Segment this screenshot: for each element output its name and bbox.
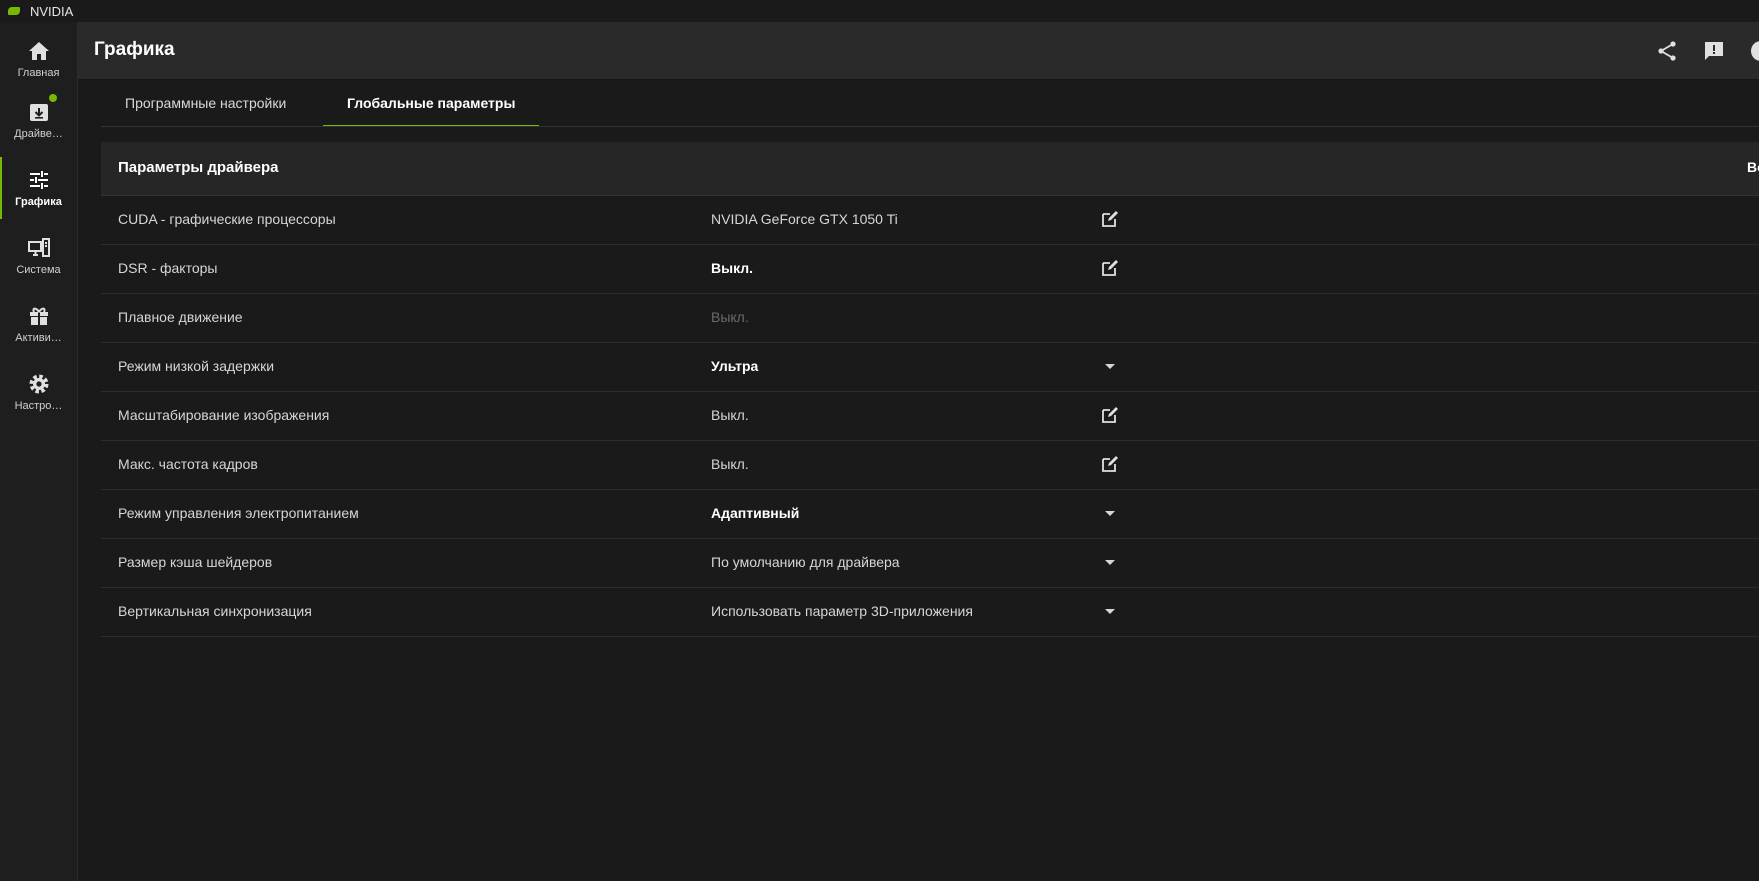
setting-label: Масштабирование изображения xyxy=(118,407,330,423)
setting-row[interactable]: CUDA - графические процессоры NVIDIA GeFo… xyxy=(101,196,1759,245)
setting-value: Адаптивный xyxy=(711,505,800,521)
setting-value: Выкл. xyxy=(711,260,754,276)
tab-global-settings[interactable]: Глобальные параметры xyxy=(323,80,540,126)
edit-icon[interactable] xyxy=(1100,454,1120,474)
setting-row[interactable]: DSR - факторы Выкл. xyxy=(101,245,1759,294)
chevron-down-icon[interactable] xyxy=(1101,505,1119,523)
tab-bar: Программные настройки Глобальные парамет… xyxy=(101,80,1759,127)
setting-label: Макс. частота кадров xyxy=(118,456,258,472)
setting-label: Вертикальная синхронизация xyxy=(118,603,312,619)
setting-row[interactable]: Масштабирование изображения Выкл. xyxy=(101,392,1759,441)
setting-value: Выкл. xyxy=(711,456,749,472)
share-icon[interactable] xyxy=(1655,39,1679,63)
feedback-icon[interactable] xyxy=(1702,39,1726,63)
settings-list: CUDA - графические процессоры NVIDIA GeFo… xyxy=(101,196,1759,637)
sidebar-item-label: Система xyxy=(16,264,61,276)
chevron-down-icon[interactable] xyxy=(1101,603,1119,621)
sidebar-item-system[interactable]: Система xyxy=(0,225,77,287)
sidebar-item-label: Драйве… xyxy=(14,128,63,140)
sliders-icon xyxy=(27,168,51,192)
gift-icon xyxy=(27,304,51,328)
setting-value: Использовать параметр 3D-приложения xyxy=(711,603,973,619)
sidebar: Главная Драйве… Графика Система Активи… … xyxy=(0,22,78,881)
setting-label: DSR - факторы xyxy=(118,260,218,276)
setting-label: Режим низкой задержки xyxy=(118,358,275,374)
setting-row[interactable]: Режим низкой задержки Ультра xyxy=(101,343,1759,392)
sidebar-item-drivers[interactable]: Драйве… xyxy=(0,89,77,151)
chevron-down-icon[interactable] xyxy=(1101,358,1119,376)
system-icon xyxy=(27,236,51,260)
tab-program-settings[interactable]: Программные настройки xyxy=(101,80,310,126)
nvidia-logo-icon xyxy=(8,7,20,15)
download-icon xyxy=(27,94,57,124)
home-icon xyxy=(27,39,51,63)
setting-value: Ультра xyxy=(711,358,759,374)
edit-icon[interactable] xyxy=(1100,405,1120,425)
notification-badge xyxy=(48,94,57,102)
setting-row[interactable]: Макс. частота кадров Выкл. xyxy=(101,441,1759,490)
setting-row: Плавное движение Выкл. xyxy=(101,294,1759,343)
panel-header-action[interactable]: Во xyxy=(1747,159,1759,175)
setting-label: Режим управления электропитанием xyxy=(118,505,359,521)
setting-value: Выкл. xyxy=(711,309,749,325)
setting-row[interactable]: Режим управления электропитанием Адаптивн… xyxy=(101,490,1759,539)
window-titlebar: NVIDIA xyxy=(0,0,1759,22)
page-header: Графика xyxy=(78,22,1759,80)
sidebar-item-label: Главная xyxy=(17,67,60,79)
window-title: NVIDIA xyxy=(30,3,74,19)
setting-value: NVIDIA GeForce GTX 1050 Ti xyxy=(711,211,898,227)
setting-label: Плавное движение xyxy=(118,309,243,325)
chevron-down-icon[interactable] xyxy=(1101,554,1119,572)
sidebar-item-rewards[interactable]: Активи… xyxy=(0,293,77,355)
profile-icon[interactable] xyxy=(1749,39,1759,63)
sidebar-item-graphics[interactable]: Графика xyxy=(0,157,77,219)
edit-icon[interactable] xyxy=(1100,258,1120,278)
setting-value: Выкл. xyxy=(711,407,749,423)
setting-label: CUDA - графические процессоры xyxy=(118,211,336,227)
panel-header: Параметры драйвера Во xyxy=(101,142,1759,196)
setting-label: Размер кэша шейдеров xyxy=(118,554,273,570)
sidebar-item-label: Активи… xyxy=(15,332,62,344)
sidebar-item-label: Настро… xyxy=(14,400,63,412)
sidebar-item-settings[interactable]: Настро… xyxy=(0,361,77,423)
setting-row[interactable]: Размер кэша шейдеров По умолчанию для дра… xyxy=(101,539,1759,588)
page-title: Графика xyxy=(94,39,175,60)
panel-title: Параметры драйвера xyxy=(118,159,279,176)
sidebar-item-label: Графика xyxy=(15,196,62,208)
setting-value: По умолчанию для драйвера xyxy=(711,554,900,570)
gear-icon xyxy=(27,372,51,396)
edit-icon[interactable] xyxy=(1100,209,1120,229)
sidebar-item-home[interactable]: Главная xyxy=(0,28,77,90)
driver-settings-panel: Параметры драйвера Во CUDA - графические… xyxy=(101,142,1759,637)
setting-row[interactable]: Вертикальная синхронизация Использовать п… xyxy=(101,588,1759,637)
